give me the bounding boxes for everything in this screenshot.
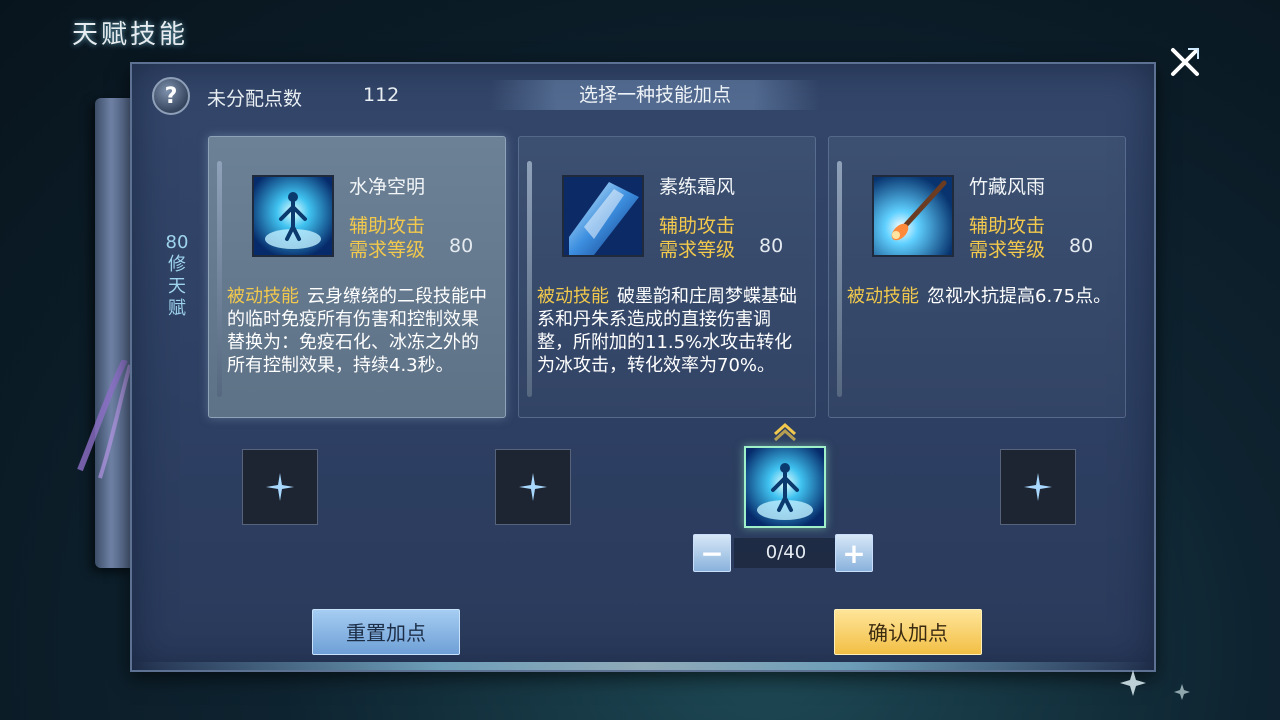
passive-tag: 被动技能 — [227, 286, 299, 307]
skill-description-text: 忽视水抗提高6.75点。 — [927, 286, 1112, 307]
close-icon — [1171, 48, 1199, 76]
plus-icon — [266, 473, 294, 501]
skill-card-1[interactable]: 水净空明 辅助攻击 需求等级 80 被动技能 云身缭绕的二段技能中的临时免疫所有伤… — [208, 136, 506, 418]
card-scroll-rail — [837, 161, 842, 397]
side-tab-line: 赋 — [168, 298, 186, 319]
required-level-value: 80 — [759, 235, 784, 257]
figure-in-light-icon — [252, 175, 334, 257]
skill-card-3[interactable]: 竹藏风雨 辅助攻击 需求等级 80 被动技能 忽视水抗提高6.75点。 — [828, 136, 1126, 418]
passive-tag: 被动技能 — [537, 286, 609, 307]
chevron-up-icon — [773, 422, 797, 442]
help-icon[interactable]: ? — [152, 77, 190, 115]
passive-tag: 被动技能 — [847, 286, 919, 307]
figure-in-light-icon — [746, 448, 824, 526]
empty-skill-slot-4[interactable] — [1000, 449, 1076, 525]
unallocated-points-label: 未分配点数 — [207, 88, 303, 110]
skill-type: 辅助攻击 — [349, 215, 426, 237]
required-level-label: 需求等级 — [969, 239, 1046, 261]
decrease-button[interactable]: − — [693, 534, 731, 572]
header-title: 天赋技能 — [72, 20, 189, 50]
skill-description: 被动技能 忽视水抗提高6.75点。 — [847, 285, 1115, 308]
book-spine — [95, 98, 135, 568]
skill-name: 水净空明 — [349, 176, 426, 198]
panel-glow — [132, 662, 1154, 670]
confirm-points-button[interactable]: 确认加点 — [834, 609, 982, 655]
empty-skill-slot-2[interactable] — [495, 449, 571, 525]
required-level-value: 80 — [1069, 235, 1094, 257]
side-tab-80-talent[interactable]: 80 修 天 赋 — [162, 232, 192, 320]
skill-card-2[interactable]: 素练霜风 辅助攻击 需求等级 80 被动技能 破墨韵和庄周梦蝶基础系和丹朱系造成的… — [518, 136, 816, 418]
empty-skill-slot-1[interactable] — [242, 449, 318, 525]
side-tab-line: 修 — [168, 254, 186, 275]
skill-name: 竹藏风雨 — [969, 176, 1046, 198]
side-tab-line: 天 — [168, 276, 186, 297]
plus-icon — [1024, 473, 1052, 501]
required-level-label: 需求等级 — [659, 239, 736, 261]
reset-points-button[interactable]: 重置加点 — [312, 609, 460, 655]
plus-icon — [519, 473, 547, 501]
skill-type: 辅助攻击 — [969, 215, 1046, 237]
required-level-value: 80 — [449, 235, 474, 257]
points-stepper-value: 0/40 — [734, 538, 838, 568]
close-button[interactable] — [1165, 42, 1205, 82]
increase-button[interactable]: + — [835, 534, 873, 572]
card-scroll-rail — [527, 161, 532, 397]
sparkle-decoration — [1120, 670, 1190, 700]
brush-strike-icon — [872, 175, 954, 257]
select-skill-title: 选择一种技能加点 — [490, 80, 820, 110]
skill-type: 辅助攻击 — [659, 215, 736, 237]
active-skill-slot[interactable] — [744, 446, 826, 528]
side-tab-line: 80 — [165, 232, 189, 253]
skill-name: 素练霜风 — [659, 176, 736, 198]
skill-description: 被动技能 云身缭绕的二段技能中的临时免疫所有伤害和控制效果替换为：免疫石化、冰冻之… — [227, 285, 495, 377]
card-scroll-rail — [217, 161, 222, 397]
ice-crystal-icon — [562, 175, 644, 257]
required-level-label: 需求等级 — [349, 239, 426, 261]
unallocated-points-value: 112 — [363, 84, 400, 106]
skill-description: 被动技能 破墨韵和庄周梦蝶基础系和丹朱系造成的直接伤害调整，所附加的11.5%水攻… — [537, 285, 805, 377]
